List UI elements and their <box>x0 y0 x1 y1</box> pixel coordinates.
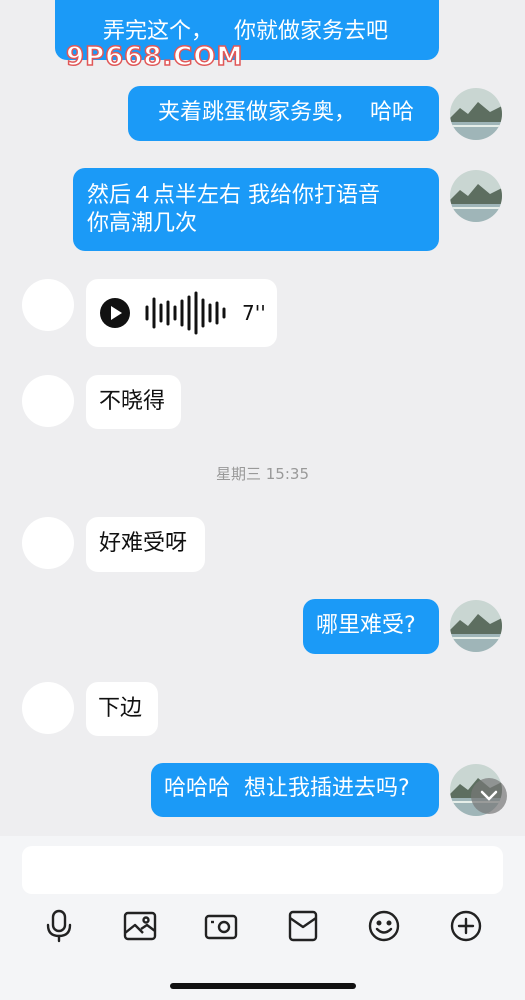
timestamp: 星期三 15:35 <box>216 465 309 483</box>
contact-avatar[interactable] <box>22 375 74 427</box>
contact-avatar[interactable] <box>22 517 74 569</box>
message-text: 下边 <box>98 696 143 721</box>
camera-button[interactable] <box>201 906 241 946</box>
image-icon <box>123 911 157 941</box>
message-text: 然后４点半左右 我给你打语音 你高潮几次 <box>87 183 380 236</box>
contact-avatar[interactable] <box>22 682 74 734</box>
my-avatar[interactable] <box>450 170 502 222</box>
message-text: 夹着跳蛋做家务奥， 哈哈 <box>158 100 414 125</box>
message-text: 不晓得 <box>99 389 166 414</box>
message-bubble-incoming[interactable]: 下边 <box>86 682 158 736</box>
microphone-icon <box>44 909 74 943</box>
message-bubble-outgoing[interactable]: 哪里难受? <box>303 599 439 654</box>
scroll-to-bottom-button[interactable] <box>471 778 507 814</box>
chevron-down-icon <box>480 790 498 802</box>
play-icon[interactable] <box>100 298 130 328</box>
voice-input-button[interactable] <box>39 906 79 946</box>
message-bubble-incoming[interactable]: 不晓得 <box>86 375 181 429</box>
message-bubble-outgoing[interactable]: 夹着跳蛋做家务奥， 哈哈 <box>128 86 439 141</box>
message-bubble-outgoing[interactable]: 哈哈哈 想让我插进去吗? <box>151 763 439 817</box>
voice-message-bubble[interactable]: 7'' <box>86 279 277 347</box>
more-button[interactable] <box>446 906 486 946</box>
voice-duration: 7'' <box>242 301 266 325</box>
plus-icon <box>449 909 483 943</box>
red-packet-button[interactable] <box>283 906 323 946</box>
my-avatar[interactable] <box>450 88 502 140</box>
emoji-icon <box>367 909 401 943</box>
message-text: 哪里难受? <box>316 613 416 638</box>
watermark: 9P668.COM <box>65 41 244 73</box>
chat-area[interactable]: 弄完这个， 你就做家务去吧 9P668.COM 夹着跳蛋做家务奥， 哈哈 然后４… <box>0 0 525 836</box>
message-bubble-incoming[interactable]: 好难受呀 <box>86 517 205 572</box>
image-button[interactable] <box>120 906 160 946</box>
emoji-button[interactable] <box>364 906 404 946</box>
my-avatar[interactable] <box>450 600 502 652</box>
message-text: 弄完这个， 你就做家务去吧 <box>103 19 388 44</box>
message-input[interactable] <box>22 846 503 894</box>
red-packet-icon <box>288 910 318 942</box>
message-text: 哈哈哈 想让我插进去吗? <box>164 776 410 801</box>
home-indicator[interactable] <box>170 983 356 989</box>
message-bubble-outgoing[interactable]: 然后４点半左右 我给你打语音 你高潮几次 <box>73 168 439 251</box>
contact-avatar[interactable] <box>22 279 74 331</box>
camera-icon <box>204 911 238 941</box>
message-text: 好难受呀 <box>99 531 188 556</box>
waveform-icon <box>144 291 230 335</box>
